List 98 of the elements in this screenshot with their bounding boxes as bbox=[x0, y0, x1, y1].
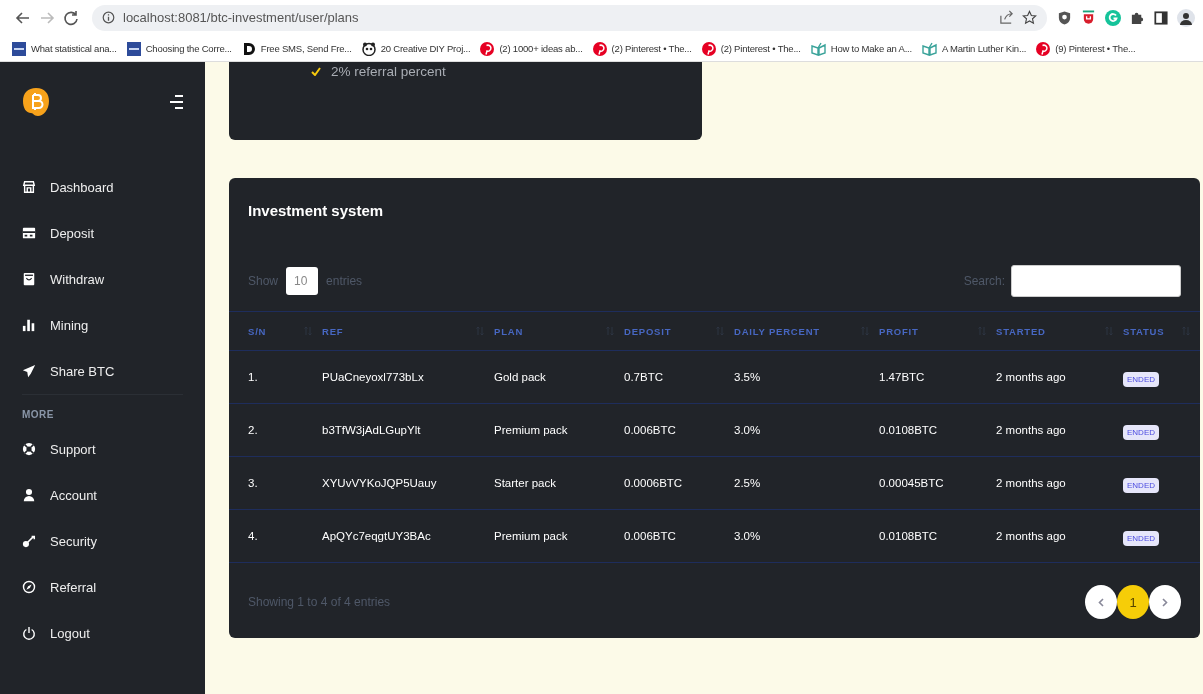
entries-select[interactable]: 10 bbox=[286, 267, 319, 295]
power-icon bbox=[22, 626, 36, 640]
share-icon[interactable] bbox=[999, 10, 1014, 25]
table-cell-text: 2 months ago bbox=[996, 477, 1067, 489]
table-cell-text: 2 months ago bbox=[996, 424, 1067, 436]
table-cell-text: 2 months ago bbox=[996, 371, 1067, 383]
store-icon bbox=[22, 180, 36, 194]
chevron-left-icon bbox=[1098, 597, 1104, 607]
sidebar-icon[interactable] bbox=[1154, 10, 1168, 25]
sidebar-item[interactable]: Support bbox=[22, 426, 205, 472]
key-icon bbox=[22, 534, 36, 548]
square-logo-icon bbox=[12, 41, 26, 56]
table-cell-text: 3. bbox=[248, 477, 259, 489]
table-cell-text: b3TfW3jAdLGupYlt bbox=[322, 424, 422, 436]
table-cell-text: 0.0108BTC bbox=[879, 424, 939, 436]
table-cell-text: 0.00045BTC bbox=[879, 477, 945, 489]
lifebuoy-icon bbox=[22, 442, 36, 456]
sidebar-item[interactable]: Account bbox=[22, 472, 205, 518]
show-label: Show bbox=[248, 274, 279, 288]
status-badge: ENDED bbox=[1123, 530, 1159, 546]
feature-text: 2% referral percent bbox=[331, 64, 446, 79]
sidebar-item[interactable]: Logout bbox=[22, 610, 205, 656]
bitcoin-logo-icon[interactable] bbox=[22, 86, 50, 118]
user-icon bbox=[22, 488, 36, 502]
previous-page-button[interactable] bbox=[1085, 585, 1117, 619]
bookmark[interactable]: What statistical ana... bbox=[12, 41, 117, 56]
table-cell-text: 3.5% bbox=[734, 371, 762, 383]
card-title: Investment system bbox=[247, 201, 385, 219]
menu-icon[interactable] bbox=[169, 95, 185, 109]
table-cell-text: 1.47BTC bbox=[879, 371, 926, 383]
table-cell-text: Premium pack bbox=[494, 424, 569, 436]
table-cell-text: Gold pack bbox=[494, 371, 547, 383]
check-icon bbox=[311, 67, 321, 76]
book-icon bbox=[810, 41, 826, 56]
table-cell-text: 0.7BTC bbox=[624, 371, 664, 383]
book-icon bbox=[921, 41, 937, 56]
star-icon[interactable] bbox=[1022, 10, 1037, 25]
sidebar-item[interactable]: Dashboard bbox=[22, 164, 205, 210]
entries-label: entries bbox=[326, 274, 363, 288]
table-cell-text: Premium pack bbox=[494, 530, 569, 542]
bookmark[interactable]: Free SMS, Send Fre... bbox=[241, 41, 352, 56]
entries-info: Showing 1 to 4 of 4 entries bbox=[248, 595, 391, 609]
sidebar-item[interactable]: Withdraw bbox=[22, 256, 205, 302]
avatar-icon[interactable] bbox=[1177, 8, 1195, 27]
pin-logo-icon bbox=[701, 41, 716, 56]
status-badge: ENDED bbox=[1123, 477, 1159, 493]
bookmark[interactable]: Choosing the Corre... bbox=[126, 41, 232, 56]
table-cell-text: ApQYc7eqgtUY3BAc bbox=[322, 530, 432, 542]
address-bar[interactable]: localhost:8081/btc-investment/user/plans bbox=[92, 4, 1047, 31]
pin-logo-icon bbox=[480, 41, 495, 56]
bag-icon bbox=[22, 272, 36, 286]
page-button[interactable]: 1 bbox=[1117, 585, 1149, 619]
bookmark[interactable]: (2) 1000+ ideas ab... bbox=[480, 41, 583, 56]
chevron-right-icon bbox=[1162, 597, 1168, 607]
sidebar-item[interactable]: Share BTC bbox=[22, 348, 205, 394]
sidebar-item[interactable]: Referral bbox=[22, 564, 205, 610]
table-cell-text: XYUvVYKoJQP5Uauy bbox=[322, 477, 438, 489]
sidebar-item[interactable]: Deposit bbox=[22, 210, 205, 256]
paper-plane-icon bbox=[22, 364, 36, 378]
extension-icon[interactable] bbox=[1081, 9, 1096, 26]
search-field[interactable] bbox=[1011, 265, 1181, 297]
pin-logo-icon bbox=[1036, 41, 1051, 56]
table-cell-text: 4. bbox=[248, 530, 259, 542]
table-cell-text: 1. bbox=[248, 371, 259, 383]
square-logo-icon bbox=[126, 41, 141, 56]
panda-icon bbox=[361, 41, 376, 56]
status-badge: ENDED bbox=[1123, 371, 1159, 387]
section-title: MORE bbox=[21, 408, 55, 422]
sidebar-item[interactable]: Security bbox=[22, 518, 205, 564]
bookmark[interactable]: (9) Pinterest • The... bbox=[1036, 41, 1136, 56]
bookmark[interactable]: A Martin Luther Kin... bbox=[921, 41, 1027, 56]
table-cell-text: 3.0% bbox=[734, 424, 762, 436]
table-cell-text: 0.0108BTC bbox=[879, 530, 939, 542]
table-cell-text: 2 months ago bbox=[996, 530, 1067, 542]
bookmark[interactable]: (2) Pinterest • The... bbox=[701, 41, 801, 56]
card-icon bbox=[22, 226, 36, 240]
table-cell-text: 0.0006BTC bbox=[624, 477, 684, 489]
search-label: Search: bbox=[963, 274, 1005, 288]
status-badge: ENDED bbox=[1123, 424, 1159, 440]
table-cell-text: 2. bbox=[248, 424, 259, 436]
table-cell-text: Starter pack bbox=[494, 477, 557, 489]
compass-icon bbox=[22, 580, 36, 594]
table-cell-text: 2.5% bbox=[734, 477, 762, 489]
table-cell-text: 0.006BTC bbox=[624, 530, 677, 542]
d-letter-icon bbox=[241, 41, 256, 56]
shield-icon[interactable] bbox=[1057, 9, 1072, 26]
puzzle-icon[interactable] bbox=[1130, 10, 1145, 25]
table-cell-text: 0.006BTC bbox=[624, 424, 677, 436]
next-page-button[interactable] bbox=[1149, 585, 1181, 619]
sidebar-item[interactable]: Mining bbox=[22, 302, 205, 348]
info-icon bbox=[102, 11, 115, 24]
bookmark[interactable]: 20 Creative DIY Proj... bbox=[361, 41, 471, 56]
table-cell-text: 3.0% bbox=[734, 530, 762, 542]
bar-chart-icon bbox=[22, 318, 36, 332]
pin-logo-icon bbox=[592, 41, 607, 56]
bookmark[interactable]: How to Make an A... bbox=[810, 41, 912, 56]
table-cell-text: PUaCneyoxl773bLx bbox=[322, 371, 425, 383]
bookmark[interactable]: (2) Pinterest • The... bbox=[592, 41, 692, 56]
